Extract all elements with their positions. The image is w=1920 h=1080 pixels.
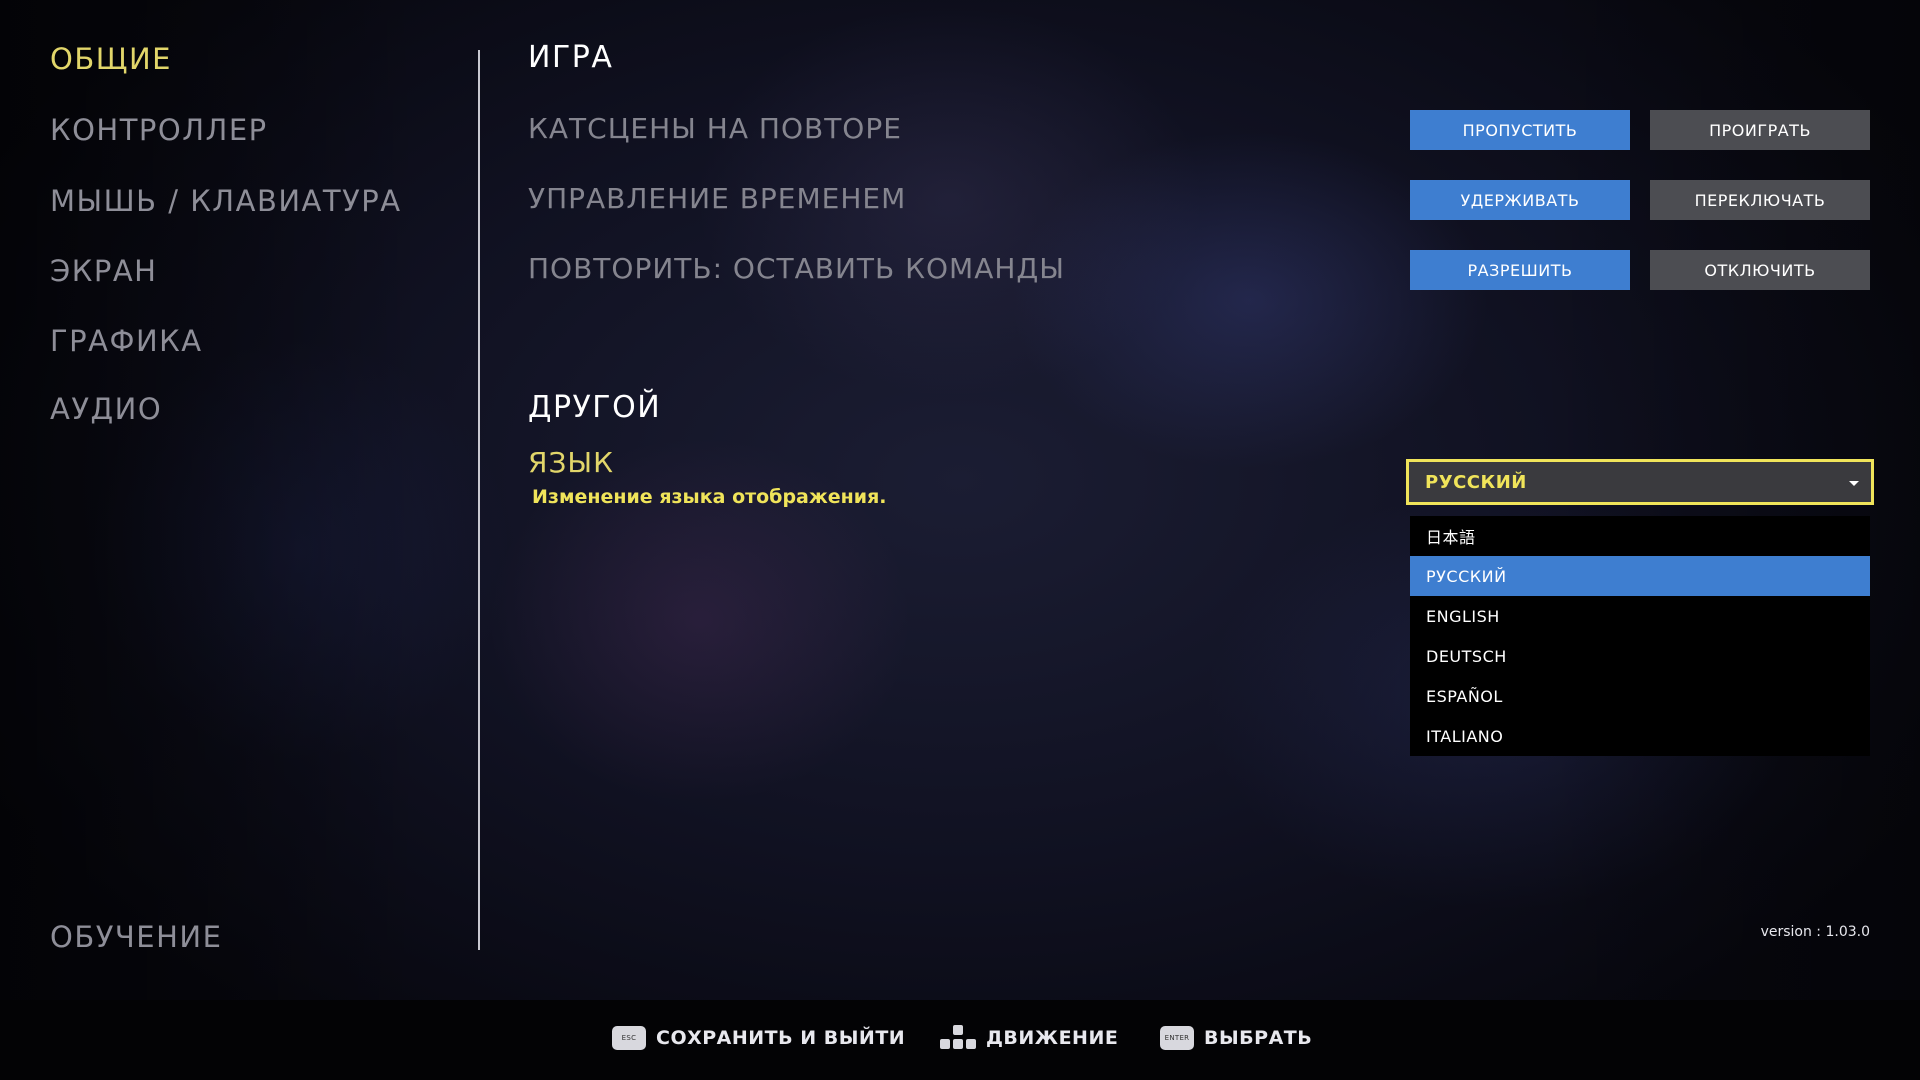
hint-save-exit[interactable]: ESC СОХРАНИТЬ И ВЫЙТИ	[612, 1022, 905, 1054]
nav-general[interactable]: ОБЩИЕ	[50, 42, 172, 76]
language-option-english[interactable]: ENGLISH	[1410, 596, 1870, 636]
nav-mouse-keyboard[interactable]: МЫШЬ / КЛАВИАТУРА	[50, 184, 402, 218]
version-label: version : 1.03.0	[1760, 924, 1870, 940]
enter-key-icon: ENTER	[1160, 1026, 1194, 1050]
language-select[interactable]: РУССКИЙ	[1406, 459, 1874, 505]
nav-controller[interactable]: КОНТРОЛЛЕР	[50, 113, 268, 147]
setting-label-keep-commands: ПОВТОРИТЬ: ОСТАВИТЬ КОМАНДЫ	[528, 252, 1066, 285]
nav-audio[interactable]: АУДИО	[50, 392, 162, 426]
language-options-list: 日本語 РУССКИЙ ENGLISH DEUTSCH ESPAÑOL ITAL…	[1410, 516, 1870, 756]
section-title-other: ДРУГОЙ	[528, 390, 662, 425]
setting-description: Изменение языка отображения.	[532, 486, 887, 508]
nav-display[interactable]: ЭКРАН	[50, 254, 157, 288]
language-option-russian[interactable]: РУССКИЙ	[1410, 556, 1870, 596]
section-title-game: ИГРА	[528, 40, 614, 75]
language-option-german[interactable]: DEUTSCH	[1410, 636, 1870, 676]
nav-divider	[478, 50, 480, 950]
cutscenes-skip-button[interactable]: ПРОПУСТИТЬ	[1410, 110, 1630, 150]
setting-label-cutscenes: КАТСЦЕНЫ НА ПОВТОРЕ	[528, 112, 902, 145]
language-option-italian[interactable]: ITALIANO	[1410, 716, 1870, 756]
hint-move: ДВИЖЕНИЕ	[940, 1022, 1118, 1054]
keep-commands-disable-button[interactable]: ОТКЛЮЧИТЬ	[1650, 250, 1870, 290]
nav-tutorial[interactable]: ОБУЧЕНИЕ	[50, 920, 222, 954]
hint-move-label: ДВИЖЕНИЕ	[986, 1027, 1119, 1049]
time-control-toggle-button[interactable]: ПЕРЕКЛЮЧАТЬ	[1650, 180, 1870, 220]
chevron-down-icon	[1849, 481, 1859, 486]
setting-label-language: ЯЗЫК	[528, 446, 614, 479]
esc-key-icon: ESC	[612, 1026, 646, 1050]
keep-commands-allow-button[interactable]: РАЗРЕШИТЬ	[1410, 250, 1630, 290]
hint-select[interactable]: ENTER ВЫБРАТЬ	[1160, 1022, 1312, 1054]
language-option-japanese[interactable]: 日本語	[1410, 516, 1870, 556]
language-option-spanish[interactable]: ESPAÑOL	[1410, 676, 1870, 716]
dpad-keys-icon	[940, 1025, 976, 1051]
hint-save-exit-label: СОХРАНИТЬ И ВЫЙТИ	[656, 1027, 906, 1049]
language-select-value: РУССКИЙ	[1425, 471, 1527, 493]
setting-label-time-control: УПРАВЛЕНИЕ ВРЕМЕНЕМ	[528, 182, 907, 215]
time-control-hold-button[interactable]: УДЕРЖИВАТЬ	[1410, 180, 1630, 220]
cutscenes-play-button[interactable]: ПРОИГРАТЬ	[1650, 110, 1870, 150]
nav-graphics[interactable]: ГРАФИКА	[50, 324, 203, 358]
hint-select-label: ВЫБРАТЬ	[1204, 1027, 1313, 1049]
